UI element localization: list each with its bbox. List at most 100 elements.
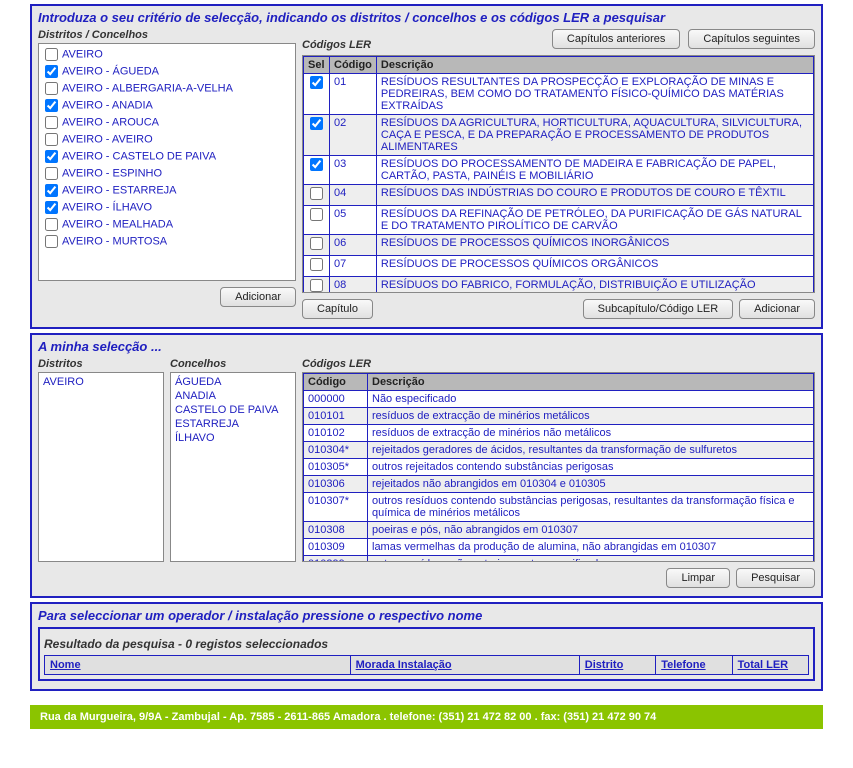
ler-desc: RESÍDUOS DA REFINAÇÃO DE PETRÓLEO, DA PU… [376, 206, 813, 235]
next-chapters-button[interactable]: Capítulos seguintes [688, 29, 815, 49]
distrito-label: AVEIRO - AVEIRO [62, 133, 153, 145]
panel3-title: Para seleccionar um operador / instalaçã… [38, 608, 815, 623]
sel-distritos-list[interactable]: AVEIRO [38, 372, 164, 562]
sel-ler-codigo: 010102 [304, 425, 368, 442]
sel-ler-row: 000000Não especificado [304, 391, 814, 408]
sel-ler-table: Código Descrição 000000Não especificado0… [303, 373, 814, 562]
ler-desc: RESÍDUOS RESULTANTES DA PROSPECÇÃO E EXP… [376, 74, 813, 115]
distrito-checkbox[interactable] [45, 167, 58, 180]
capitulo-button[interactable]: Capítulo [302, 299, 373, 319]
distrito-checkbox[interactable] [45, 48, 58, 61]
ler-desc: RESÍDUOS DO FABRICO, FORMULAÇÃO, DISTRIB… [376, 277, 813, 294]
distrito-item[interactable]: AVEIRO - ANADIA [41, 97, 293, 114]
distrito-item[interactable]: AVEIRO - ÁGUEDA [41, 63, 293, 80]
distrito-item[interactable]: AVEIRO - ÍLHAVO [41, 199, 293, 216]
search-button[interactable]: Pesquisar [736, 568, 815, 588]
distrito-label: AVEIRO - ESPINHO [62, 167, 162, 179]
ler-checkbox[interactable] [310, 279, 323, 292]
sel-ler-row: 010101resíduos de extracção de minérios … [304, 408, 814, 425]
results-count: Resultado da pesquisa - 0 registos selec… [44, 637, 809, 651]
distritos-listbox[interactable]: AVEIRO AVEIRO - ÁGUEDA AVEIRO - ALBERGARIA… [38, 43, 296, 281]
distritos-label: Distritos / Concelhos [38, 29, 296, 41]
prev-chapters-button[interactable]: Capítulos anteriores [552, 29, 680, 49]
distrito-item[interactable]: AVEIRO - MURTOSA [41, 233, 293, 250]
sel-concelho-item[interactable]: ÍLHAVO [175, 431, 291, 445]
distrito-item[interactable]: AVEIRO - MEALHADA [41, 216, 293, 233]
results-th-total[interactable]: Total LER [732, 656, 808, 675]
selection-panel: A minha selecção ... Distritos AVEIRO Co… [30, 333, 823, 598]
distrito-checkbox[interactable] [45, 235, 58, 248]
distrito-checkbox[interactable] [45, 65, 58, 78]
ler-checkbox[interactable] [310, 187, 323, 200]
ler-table: Sel Código Descrição 01RESÍDUOS RESULTAN… [303, 56, 814, 293]
ler-checkbox[interactable] [310, 158, 323, 171]
distrito-label: AVEIRO - CASTELO DE PAIVA [62, 150, 216, 162]
distrito-item[interactable]: AVEIRO - ESTARREJA [41, 182, 293, 199]
sel-ler-desc: resíduos de extracção de minérios metáli… [368, 408, 814, 425]
results-th-distrito[interactable]: Distrito [579, 656, 655, 675]
footer-bar: Rua da Murgueira, 9/9A - Zambujal - Ap. … [30, 705, 823, 729]
sel-ler-codigo: 010308 [304, 522, 368, 539]
sel-ler-scroll[interactable]: Código Descrição 000000Não especificado0… [302, 372, 815, 562]
sel-concelho-item[interactable]: ÁGUEDA [175, 375, 291, 389]
distritos-column: Distritos / Concelhos AVEIRO AVEIRO - ÁGU… [38, 29, 296, 319]
panel2-title: A minha selecção ... [38, 339, 815, 354]
distrito-checkbox[interactable] [45, 82, 58, 95]
ler-checkbox[interactable] [310, 237, 323, 250]
distrito-checkbox[interactable] [45, 133, 58, 146]
add-ler-button[interactable]: Adicionar [739, 299, 815, 319]
sel-ler-desc: outros rejeitados contendo substâncias p… [368, 459, 814, 476]
distrito-checkbox[interactable] [45, 201, 58, 214]
distrito-label: AVEIRO [62, 48, 103, 60]
ler-codigo: 02 [330, 115, 377, 156]
ler-scroll[interactable]: Sel Código Descrição 01RESÍDUOS RESULTAN… [302, 55, 815, 293]
sel-ler-th-desc: Descrição [368, 374, 814, 391]
sel-concelhos-list[interactable]: ÁGUEDAANADIACASTELO DE PAIVAESTARREJAÍLH… [170, 372, 296, 562]
sel-distritos-label: Distritos [38, 358, 164, 370]
ler-codigo: 07 [330, 256, 377, 277]
distrito-item[interactable]: AVEIRO - CASTELO DE PAIVA [41, 148, 293, 165]
distrito-checkbox[interactable] [45, 218, 58, 231]
sel-ler-codigo: 010305* [304, 459, 368, 476]
ler-row: 01RESÍDUOS RESULTANTES DA PROSPECÇÃO E E… [304, 74, 814, 115]
sel-ler-row: 010307*outros resíduos contendo substânc… [304, 493, 814, 522]
add-distritos-button[interactable]: Adicionar [220, 287, 296, 307]
distrito-label: AVEIRO - AROUCA [62, 116, 159, 128]
ler-row: 02RESÍDUOS DA AGRICULTURA, HORTICULTURA,… [304, 115, 814, 156]
ler-checkbox[interactable] [310, 76, 323, 89]
sel-ler-codigo: 010306 [304, 476, 368, 493]
sel-ler-codigo: 010399 [304, 556, 368, 563]
ler-checkbox[interactable] [310, 117, 323, 130]
distrito-item[interactable]: AVEIRO - AROUCA [41, 114, 293, 131]
distrito-item[interactable]: AVEIRO - AVEIRO [41, 131, 293, 148]
sel-ler-desc: rejeitados não abrangidos em 010304 e 01… [368, 476, 814, 493]
results-th-telefone[interactable]: Telefone [656, 656, 732, 675]
sel-concelho-item[interactable]: ANADIA [175, 389, 291, 403]
sel-concelho-item[interactable]: ESTARREJA [175, 417, 291, 431]
results-th-nome[interactable]: Nome [45, 656, 351, 675]
ler-codigo: 04 [330, 185, 377, 206]
distrito-checkbox[interactable] [45, 116, 58, 129]
distrito-checkbox[interactable] [45, 150, 58, 163]
distrito-label: AVEIRO - ÁGUEDA [62, 65, 159, 77]
subcapitulo-button[interactable]: Subcapítulo/Código LER [583, 299, 733, 319]
sel-concelhos-label: Concelhos [170, 358, 296, 370]
ler-checkbox[interactable] [310, 258, 323, 271]
ler-row: 07RESÍDUOS DE PROCESSOS QUÍMICOS ORGÂNIC… [304, 256, 814, 277]
distrito-item[interactable]: AVEIRO - ALBERGARIA-A-VELHA [41, 80, 293, 97]
ler-codigo: 08 [330, 277, 377, 294]
sel-ler-codigo: 010304* [304, 442, 368, 459]
distrito-item[interactable]: AVEIRO [41, 46, 293, 63]
distrito-checkbox[interactable] [45, 99, 58, 112]
clear-button[interactable]: Limpar [666, 568, 730, 588]
ler-row: 08RESÍDUOS DO FABRICO, FORMULAÇÃO, DISTR… [304, 277, 814, 294]
sel-concelho-item[interactable]: CASTELO DE PAIVA [175, 403, 291, 417]
sel-ler-row: 010308poeiras e pós, não abrangidos em 0… [304, 522, 814, 539]
sel-ler-codigo: 010101 [304, 408, 368, 425]
sel-ler-label: Códigos LER [302, 358, 815, 370]
results-th-morada[interactable]: Morada Instalação [350, 656, 579, 675]
ler-checkbox[interactable] [310, 208, 323, 221]
distrito-item[interactable]: AVEIRO - ESPINHO [41, 165, 293, 182]
sel-distrito-item[interactable]: AVEIRO [43, 375, 159, 389]
distrito-checkbox[interactable] [45, 184, 58, 197]
